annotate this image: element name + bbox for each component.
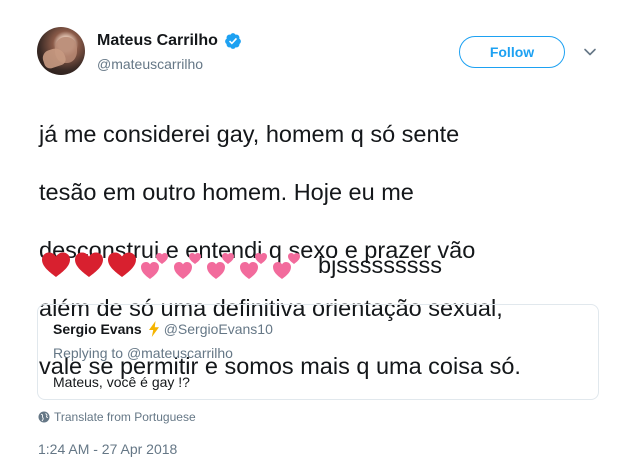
two-hearts-icon bbox=[273, 253, 300, 279]
quoted-author: Sergio Evans @SergioEvans10 bbox=[53, 321, 273, 337]
follow-button[interactable]: Follow bbox=[459, 36, 565, 68]
replying-to: Replying to @mateuscarrilho bbox=[53, 345, 233, 361]
red-heart-icon bbox=[75, 252, 103, 277]
quoted-text: Mateus, você é gay !? bbox=[53, 374, 190, 390]
red-heart-icon bbox=[42, 252, 70, 277]
emoji-row: bjsssssssss bbox=[40, 249, 442, 281]
tweet-line: já me considerei gay, homem q só sente bbox=[39, 121, 460, 147]
author-name-row: Mateus Carrilho bbox=[97, 32, 242, 50]
replying-prefix: Replying to bbox=[53, 345, 127, 361]
two-hearts-icon bbox=[174, 253, 201, 279]
quoted-tweet[interactable]: Sergio Evans @SergioEvans10 Replying to … bbox=[37, 304, 599, 400]
chevron-down-icon[interactable] bbox=[583, 45, 597, 59]
author-handle[interactable]: @mateuscarrilho bbox=[97, 56, 203, 72]
replying-handle-link[interactable]: @mateuscarrilho bbox=[127, 345, 233, 361]
quoted-name: Sergio Evans bbox=[53, 321, 142, 337]
two-hearts-icon bbox=[207, 253, 234, 279]
two-hearts-icon bbox=[240, 253, 267, 279]
quoted-handle: @SergioEvans10 bbox=[163, 321, 273, 337]
tweet-line: tesão em outro homem. Hoje eu me bbox=[39, 179, 414, 205]
display-name[interactable]: Mateus Carrilho bbox=[97, 32, 218, 50]
translate-label: Translate from Portuguese bbox=[54, 410, 196, 424]
globe-icon bbox=[38, 411, 50, 423]
verified-icon bbox=[225, 33, 241, 49]
timestamp[interactable]: 1:24 AM - 27 Apr 2018 bbox=[38, 441, 177, 457]
avatar[interactable] bbox=[37, 27, 85, 75]
two-hearts-icon bbox=[141, 253, 168, 279]
red-heart-icon bbox=[108, 252, 136, 277]
translate-link[interactable]: Translate from Portuguese bbox=[38, 410, 196, 424]
lightning-icon bbox=[148, 321, 159, 337]
tweet-tail-text: bjsssssssss bbox=[318, 251, 443, 278]
